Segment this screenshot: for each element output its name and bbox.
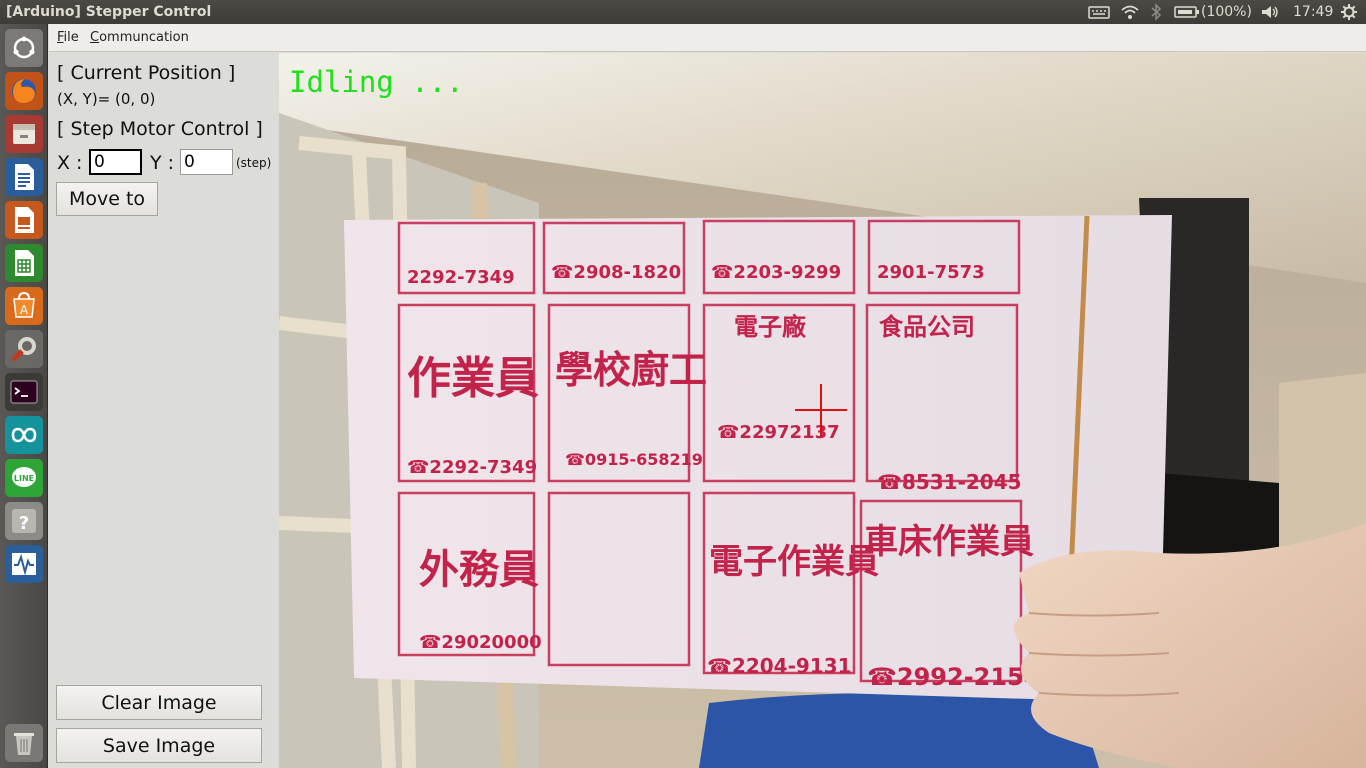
gear-icon[interactable] (1340, 3, 1358, 21)
launcher: A LINE ? (0, 24, 48, 768)
system-monitor-icon[interactable] (5, 545, 43, 583)
svg-text:☎2203-9299: ☎2203-9299 (711, 262, 841, 283)
software-center-icon[interactable]: A (5, 287, 43, 325)
control-panel: [ Current Position ] (X, Y)= (0, 0) [ St… (49, 53, 279, 768)
bluetooth-icon[interactable] (1150, 3, 1162, 21)
system-settings-icon[interactable] (5, 330, 43, 368)
svg-text:A: A (20, 303, 29, 317)
step-unit-label: (step) (236, 156, 272, 170)
ad-phone-5: ☎29020000 (419, 632, 542, 653)
writer-icon[interactable] (5, 158, 43, 196)
clear-image-button[interactable]: Clear Image (56, 685, 262, 720)
camera-frame: 2292-7349 ☎2908-1820 ☎2203-9299 2901-757… (279, 53, 1366, 768)
wifi-icon[interactable] (1120, 3, 1140, 21)
line-icon[interactable]: LINE (5, 459, 43, 497)
window-title: [Arduino] Stepper Control (6, 4, 212, 20)
files-icon[interactable] (5, 115, 43, 153)
x-label: X : (57, 152, 83, 174)
position-readout: (X, Y)= (0, 0) (57, 90, 156, 108)
ad-title-3: 電子廠 (734, 313, 807, 341)
current-position-heading: [ Current Position ] (57, 62, 236, 84)
battery-icon[interactable] (1174, 3, 1200, 21)
save-image-button[interactable]: Save Image (56, 728, 262, 763)
firefox-icon[interactable] (5, 72, 43, 110)
trash-icon[interactable] (5, 724, 43, 762)
menu-file[interactable]: File (57, 30, 79, 45)
ad-title-2: 學校廚工 (555, 348, 707, 392)
keyboard-icon[interactable] (1088, 3, 1110, 21)
ad-phone-2: ☎0915-658219 (565, 450, 703, 469)
svg-text:2901-7573: 2901-7573 (877, 262, 985, 283)
ad-title-6: 電子作業員 (709, 542, 879, 582)
dash-icon[interactable] (5, 29, 43, 67)
x-step-input[interactable] (89, 149, 142, 175)
svg-text:☎2908-1820: ☎2908-1820 (551, 262, 681, 283)
y-step-input[interactable] (180, 149, 233, 175)
y-label: Y : (150, 152, 175, 174)
ad-title-1: 作業員 (407, 353, 539, 404)
svg-text:?: ? (19, 513, 29, 534)
svg-text:2292-7349: 2292-7349 (407, 267, 515, 288)
ad-title-4: 食品公司 (879, 313, 975, 341)
clock[interactable]: 17:49 (1293, 3, 1333, 21)
ad-phone-6: ☎2204-9131 (707, 654, 852, 678)
arduino-icon[interactable] (5, 416, 43, 454)
menu-communication[interactable]: Communcation (90, 30, 189, 45)
status-text: Idling ... (289, 65, 464, 99)
ad-phone-7: ☎2992-2154 (867, 663, 1040, 691)
calc-icon[interactable] (5, 244, 43, 282)
ad-title-5: 外務員 (419, 547, 539, 593)
battery-percent[interactable]: (100%) (1201, 3, 1252, 21)
volume-icon[interactable] (1260, 3, 1280, 21)
ad-phone-4: ☎8531-2045 (877, 470, 1022, 494)
step-control-heading: [ Step Motor Control ] (57, 118, 263, 140)
terminal-icon[interactable] (5, 373, 43, 411)
help-icon[interactable]: ? (5, 502, 43, 540)
ad-phone-1: ☎2292-7349 (407, 457, 537, 478)
move-to-button[interactable]: Move to (56, 182, 158, 216)
camera-view[interactable]: 2292-7349 ☎2908-1820 ☎2203-9299 2901-757… (279, 53, 1366, 768)
svg-text:LINE: LINE (14, 474, 34, 483)
top-panel: [Arduino] Stepper Control (100%) 17:49 (0, 0, 1366, 24)
ad-title-7: 車床作業員 (864, 522, 1034, 562)
impress-icon[interactable] (5, 201, 43, 239)
menu-bar: File Communcation (49, 24, 1366, 52)
